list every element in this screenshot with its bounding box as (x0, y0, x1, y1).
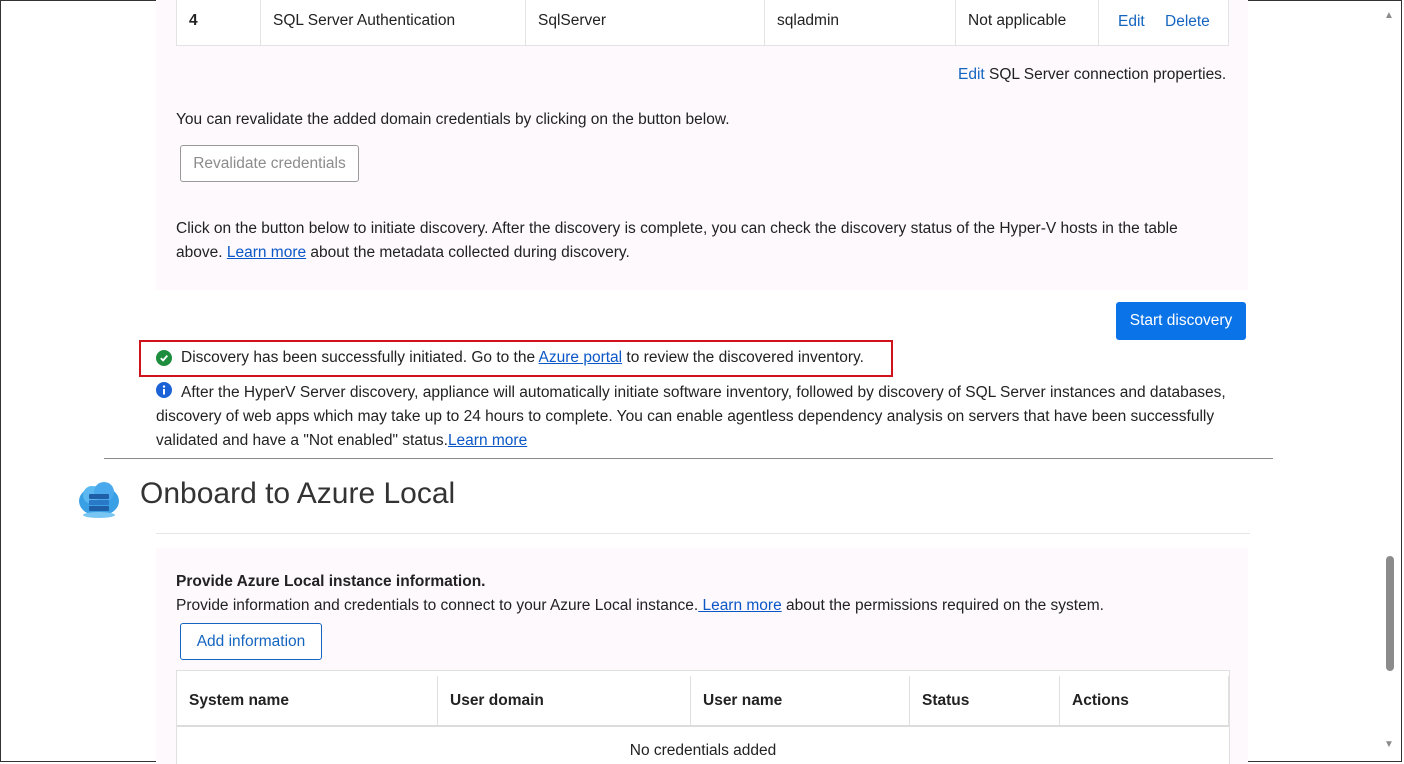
success-suffix: to review the discovered inventory. (622, 349, 864, 366)
check-circle-icon (156, 350, 172, 366)
column-header-status: Status (910, 676, 1060, 726)
info-line2: discovery of web apps which may take up … (156, 408, 1215, 425)
section-divider (104, 458, 1273, 459)
info-message: After the HyperV Server discovery, appli… (156, 381, 1256, 453)
table-header-divider (177, 725, 1229, 727)
credential-status: Not applicable (956, 0, 1099, 45)
edit-sql-properties-text: SQL Server connection properties. (984, 66, 1227, 83)
learn-more-dependency-link[interactable]: Learn more (448, 432, 527, 449)
info-line3-text: validated and have a "Not enabled" statu… (156, 432, 448, 449)
azure-portal-link[interactable]: Azure portal (539, 349, 623, 366)
delete-credential-link[interactable]: Delete (1165, 13, 1210, 31)
edit-sql-properties-link[interactable]: Edit (958, 66, 985, 83)
add-information-button[interactable]: Add information (180, 623, 322, 660)
column-header-actions: Actions (1060, 676, 1229, 726)
scroll-down-icon[interactable]: ▼ (1384, 739, 1394, 750)
credential-username: sqladmin (765, 0, 956, 45)
success-message: Discovery has been successfully initiate… (181, 349, 864, 367)
empty-table-message: No credentials added (629, 742, 777, 759)
discovery-intro-suffix: about the metadata collected during disc… (306, 244, 630, 261)
column-header-user-domain: User domain (438, 676, 691, 726)
credential-actions: Edit Delete (1099, 0, 1230, 45)
credential-friendly-name: SqlServer (526, 0, 765, 45)
onboard-title-divider (156, 533, 1250, 534)
azure-local-heading: Provide Azure Local instance information… (176, 573, 486, 590)
column-header-user-name: User name (691, 676, 910, 726)
column-header-system-name: System name (177, 676, 438, 726)
success-prefix: Discovery has been successfully initiate… (181, 349, 539, 366)
row-index: 4 (177, 0, 261, 45)
scrollbar-thumb[interactable] (1386, 556, 1394, 671)
discovery-intro: Click on the button below to initiate di… (176, 217, 1236, 265)
start-discovery-button[interactable]: Start discovery (1116, 302, 1246, 340)
edit-sql-properties: Edit SQL Server connection properties. (958, 66, 1226, 84)
revalidate-credentials-button[interactable]: Revalidate credentials (180, 145, 359, 182)
credentials-table-row: 4 SQL Server Authentication SqlServer sq… (176, 0, 1229, 46)
discovery-intro-prefix: above. (176, 244, 227, 261)
onboard-title: Onboard to Azure Local (140, 477, 456, 510)
credential-type: SQL Server Authentication (261, 0, 526, 45)
scroll-up-icon[interactable]: ▲ (1384, 10, 1394, 21)
discovery-intro-line2: above. Learn more about the metadata col… (176, 241, 1236, 265)
azure-local-cloud-icon (77, 477, 121, 521)
azure-local-description: Provide information and credentials to c… (176, 597, 1104, 615)
info-line3: validated and have a "Not enabled" statu… (156, 429, 1256, 453)
learn-more-metadata-link[interactable]: Learn more (227, 244, 306, 261)
revalidate-text: You can revalidate the added domain cred… (176, 111, 730, 128)
learn-more-permissions-link[interactable]: Learn more (698, 597, 781, 614)
azure-local-desc-prefix: Provide information and credentials to c… (176, 597, 699, 614)
edit-credential-link[interactable]: Edit (1118, 13, 1145, 31)
discovery-intro-line1: Click on the button below to initiate di… (176, 220, 1178, 237)
azure-local-desc-suffix: about the permissions required on the sy… (781, 597, 1104, 614)
info-line1: After the HyperV Server discovery, appli… (181, 384, 1226, 401)
azure-local-credentials-table: System name User domain User name Status… (176, 670, 1230, 764)
